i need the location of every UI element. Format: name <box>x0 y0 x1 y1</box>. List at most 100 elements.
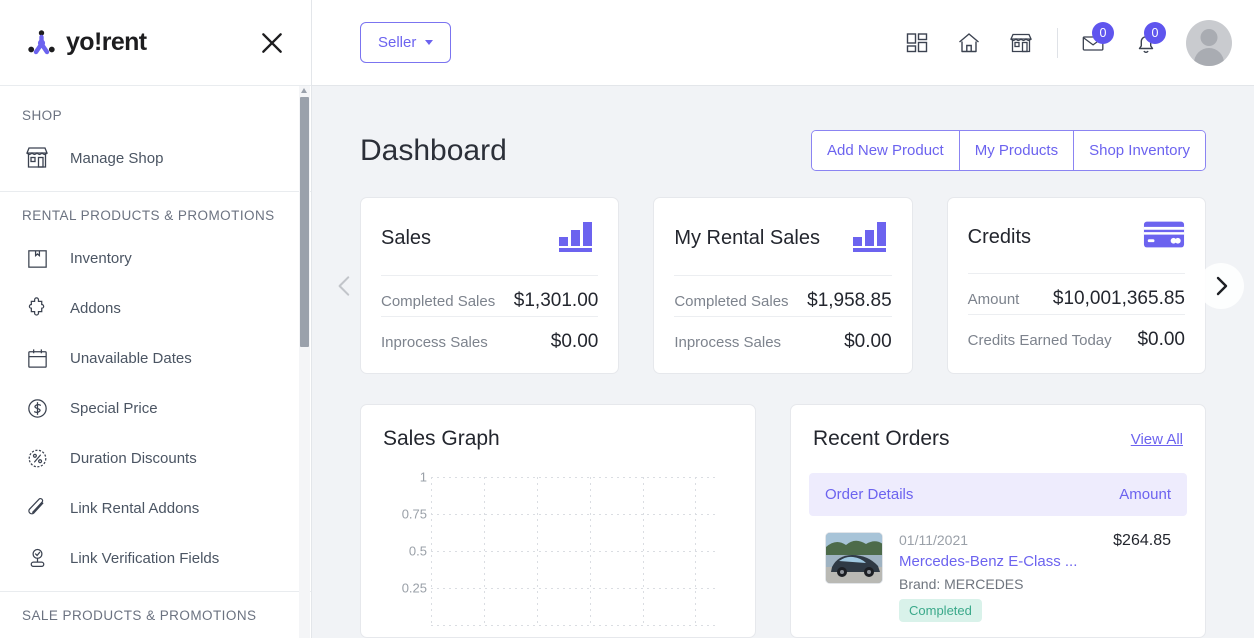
sidebar-item-manage-shop[interactable]: Manage Shop <box>0 133 311 183</box>
seller-dropdown-label: Seller <box>378 34 417 51</box>
carousel-prev-button[interactable] <box>322 263 368 309</box>
sidebar-scrollbar[interactable] <box>299 86 310 638</box>
card-title: Sales <box>381 227 432 249</box>
sidebar-item-special-price[interactable]: Special Price <box>0 383 311 433</box>
dollar-circle-icon <box>22 393 52 423</box>
chart-y-axis: 1 0.75 0.5 0.25 <box>383 470 427 601</box>
table-row[interactable]: 01/11/2021 Mercedes-Benz E-Class ... Bra… <box>809 516 1187 622</box>
sidebar-item-label: Addons <box>70 299 121 317</box>
mail-icon[interactable]: 0 <box>1072 21 1116 65</box>
nav-section-title-sale: SALE PRODUCTS & PROMOTIONS <box>22 608 257 623</box>
content-area: Dashboard Add New Product My Products Sh… <box>312 86 1254 638</box>
card-row-label: Completed Sales <box>381 292 496 310</box>
grid-line-h <box>431 551 715 552</box>
y-tick: 0.25 <box>401 580 427 596</box>
grid-line-v <box>537 477 538 627</box>
y-tick: 0.75 <box>401 506 427 522</box>
card-row-value: $0.00 <box>844 331 892 352</box>
main-area: Seller 0 0 Dashboard Add New Product My … <box>312 0 1254 638</box>
grid-line-v <box>643 477 644 627</box>
sidebar-item-inventory[interactable]: Inventory <box>0 233 311 283</box>
sidebar-item-link-rental-addons[interactable]: Link Rental Addons <box>0 483 311 533</box>
scrollbar-thumb[interactable] <box>300 97 309 347</box>
card-row-label: Completed Sales <box>674 292 789 310</box>
mail-badge: 0 <box>1092 21 1114 44</box>
storefront-icon[interactable] <box>999 21 1043 65</box>
calendar-icon <box>22 343 52 373</box>
sidebar-item-link-verification-fields[interactable]: Link Verification Fields <box>0 533 311 583</box>
nav-section-title-shop: SHOP <box>22 108 63 123</box>
sidebar-item-label: Special Price <box>70 399 158 417</box>
chart-grid <box>431 477 715 627</box>
grid-line-v <box>484 477 485 627</box>
avatar-head <box>1200 28 1218 46</box>
stat-card-credits[interactable]: Credits Amount $10,001,365.85 Credits Ea… <box>946 197 1206 374</box>
card-row-label: Amount <box>967 290 1020 308</box>
scroll-up-arrow-icon[interactable] <box>301 88 307 93</box>
app-root: yo!rent SHOP Manage Shop RENTAL PRODUCTS… <box>0 0 1254 638</box>
card-title: My Rental Sales <box>674 227 820 249</box>
stat-card-my-rental-sales[interactable]: My Rental Sales Completed Sales $1,958.8… <box>653 197 913 374</box>
verified-stamp-icon <box>22 543 52 573</box>
status-badge: Completed <box>899 599 982 622</box>
grid-line-h <box>431 514 715 515</box>
puzzle-icon <box>22 293 52 323</box>
grid-line-v <box>590 477 591 627</box>
card-row: Amount $10,001,365.85 <box>967 273 1185 314</box>
sales-chart: 1 0.75 0.5 0.25 <box>383 470 733 637</box>
sidebar-item-label: Link Rental Addons <box>70 499 200 517</box>
box-icon <box>22 243 52 273</box>
sidebar-item-addons[interactable]: Addons <box>0 283 311 333</box>
recent-orders-panel: Recent Orders View All Order Details Amo… <box>790 404 1206 638</box>
notification-badge: 0 <box>1144 21 1166 44</box>
y-tick: 1 <box>419 469 427 485</box>
card-header: My Rental Sales <box>674 220 891 275</box>
sidebar-item-label: Duration Discounts <box>70 449 197 467</box>
close-icon[interactable] <box>255 26 289 60</box>
sales-graph-panel: Sales Graph 1 0.75 0.5 0.25 <box>360 404 756 638</box>
grid-line-h <box>431 625 715 626</box>
card-title: Credits <box>967 226 1032 248</box>
order-amount: $264.85 <box>1113 532 1171 549</box>
order-brand: Brand: MERCEDES <box>899 576 1024 592</box>
card-row: Inprocess Sales $0.00 <box>674 316 892 353</box>
card-row: Completed Sales $1,958.85 <box>674 275 892 316</box>
orders-table-header: Order Details Amount <box>809 473 1187 516</box>
car-thumbnail <box>825 532 883 584</box>
order-date: 01/11/2021 <box>899 532 969 548</box>
paperclip-icon <box>22 493 52 523</box>
sidebar-item-label: Manage Shop <box>70 149 164 167</box>
brand-logo[interactable]: yo!rent <box>28 28 147 57</box>
page-action-buttons: Add New Product My Products Shop Invento… <box>811 130 1206 171</box>
card-row-label: Inprocess Sales <box>674 333 782 351</box>
order-info: 01/11/2021 Mercedes-Benz E-Class ... Bra… <box>899 532 1097 622</box>
card-header: Sales <box>381 220 598 275</box>
card-row-value: $0.00 <box>550 331 599 352</box>
shop-inventory-button[interactable]: Shop Inventory <box>1074 131 1205 170</box>
my-products-button[interactable]: My Products <box>959 131 1075 170</box>
bell-icon[interactable]: 0 <box>1124 21 1168 65</box>
sidebar-nav: SHOP Manage Shop RENTAL PRODUCTS & PROMO… <box>0 86 311 638</box>
page-header: Dashboard Add New Product My Products Sh… <box>360 86 1206 197</box>
credit-card-icon <box>1143 220 1185 255</box>
seller-dropdown[interactable]: Seller <box>360 22 452 63</box>
stat-cards-carousel: Sales Completed Sales $1,301.00 Inproces… <box>338 197 1244 374</box>
stat-card-sales[interactable]: Sales Completed Sales $1,301.00 Inproces… <box>360 197 620 374</box>
card-row-value: $10,001,365.85 <box>1052 288 1185 309</box>
home-icon[interactable] <box>947 21 991 65</box>
layout-dashboard-icon[interactable] <box>895 21 939 65</box>
view-all-link[interactable]: View All <box>1131 431 1183 448</box>
avatar[interactable] <box>1186 19 1232 66</box>
sidebar-item-duration-discounts[interactable]: Duration Discounts <box>0 433 311 483</box>
recent-orders-header: Recent Orders View All <box>809 427 1187 451</box>
card-header: Credits <box>968 220 1185 273</box>
lower-panels: Sales Graph 1 0.75 0.5 0.25 Recent Order… <box>360 404 1206 638</box>
card-row-value: $0.00 <box>1137 329 1185 350</box>
carousel-next-button[interactable] <box>1198 262 1244 309</box>
sidebar-item-unavailable-dates[interactable]: Unavailable Dates <box>0 333 311 383</box>
yorent-logo-icon <box>28 29 58 56</box>
order-product-link[interactable]: Mercedes-Benz E-Class ... <box>899 553 1097 570</box>
add-new-product-button[interactable]: Add New Product <box>812 131 960 170</box>
card-row-label: Inprocess Sales <box>381 333 488 351</box>
sidebar-header: yo!rent <box>0 0 311 86</box>
